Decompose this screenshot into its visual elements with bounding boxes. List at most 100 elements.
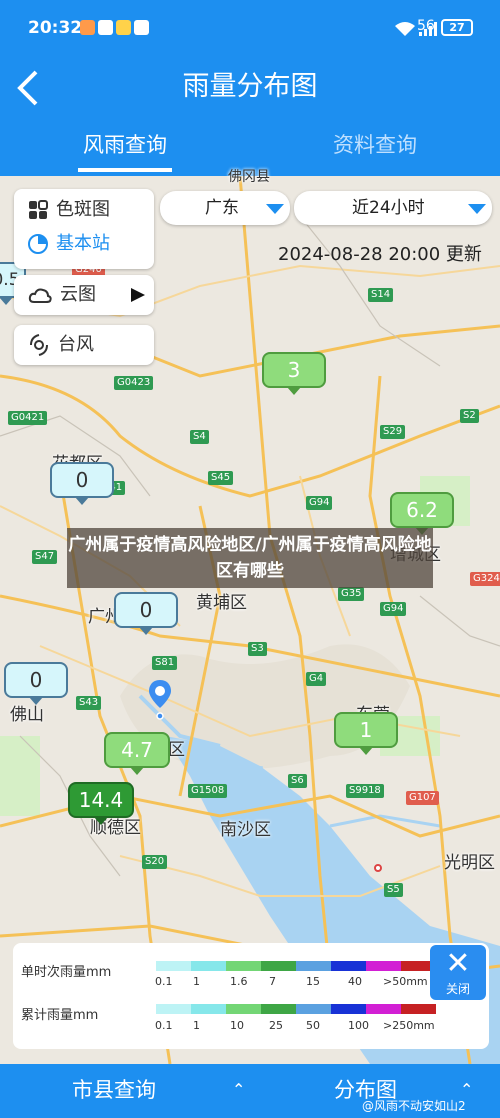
legend-swatch [191,961,226,971]
legend-swatch [296,1004,331,1014]
road-label: S20 [142,855,168,869]
layer-panel: 云图 [14,275,154,315]
legend-tick-label: >250mm [383,1019,435,1032]
page-title: 雨量分布图 [182,71,318,102]
station-icon [28,234,48,254]
cloud-icon [28,288,52,303]
legend-swatch [401,1004,436,1014]
road-label: G0423 [114,376,154,390]
place-label: 黄埔区 [196,593,247,613]
layer-item-grid[interactable]: 色斑图 [28,195,110,225]
road-label: S3 [248,642,267,656]
layer-panel: 台风 [14,325,154,365]
legend-tick-label: 0.1 [155,1019,173,1032]
nav-bar: 雨量分布图 [0,58,500,118]
road-label: S43 [76,696,102,710]
update-time: 2024-08-28 20:00 更新 [278,244,482,265]
road-label: S5 [384,883,403,897]
status-time: 20:32 [28,18,83,38]
watermark: @风雨不动安如山2 [362,1099,466,1113]
cellular-signal-icon [419,22,437,36]
road-label: G35 [338,587,365,601]
road-label: G1508 [188,784,228,798]
layer-label: 台风 [58,334,94,355]
road-label: G0421 [8,411,48,425]
station-marker[interactable]: 0 [4,662,68,705]
road-label: S29 [380,425,406,439]
legend-tick-label: 0.1 [155,975,173,988]
station-marker[interactable]: 4.7 [104,732,170,775]
road-label: G94 [306,496,333,510]
legend-swatch [366,961,401,971]
legend-label-total: 累计雨量mm [21,1008,99,1023]
app-notification-icon [116,20,131,35]
station-marker[interactable]: 0 [50,462,114,505]
legend-tick-label: 1.6 [230,975,248,988]
legend-color-bar [156,961,436,971]
road-label: G324 [470,572,500,586]
legend-panel: 单时次雨量mm 0.1 1 1.6 7 15 40 >50mm 累计雨量mm 0.1 1 10 2… [13,943,489,1049]
station-marker[interactable]: 0 [114,592,178,635]
legend-tick-label: 10 [230,1019,244,1032]
station-marker[interactable]: 1 [334,712,398,755]
legend-color-bar [156,1004,436,1014]
legend-swatch [296,961,331,971]
legend-tick-label: 15 [306,975,320,988]
period-value: 近24小时 [352,198,425,218]
legend-tick-label: 7 [269,975,276,988]
period-select[interactable]: 近24小时 [294,191,492,225]
place-label: 光明区 [444,853,495,873]
typhoon-icon [30,334,48,356]
legend-swatch [226,1004,261,1014]
location-pin-icon[interactable] [147,678,173,722]
legend-tick-label: 25 [269,1019,283,1032]
chevron-down-icon [468,204,486,214]
layer-item-typhoon[interactable]: 台风 [28,330,94,360]
app-notification-icon [134,20,149,35]
chevron-up-icon[interactable]: ⌃ [232,1080,245,1099]
legend-swatch [366,1004,401,1014]
road-label: S14 [368,288,394,302]
legend-swatch [261,1004,296,1014]
layer-item-station[interactable]: 基本站 [28,229,110,259]
tab-active-indicator [78,168,172,172]
app-notification-icon [80,20,95,35]
legend-tick-label: 100 [348,1019,369,1032]
road-label: S47 [32,550,58,564]
county-query-button[interactable]: 市县查询 [72,1074,156,1104]
road-label: G4 [306,672,327,686]
station-marker[interactable]: 6.2 [390,492,454,535]
legend-swatch [156,1004,191,1014]
close-label: 关闭 [445,982,470,996]
road-label: S4 [190,430,209,444]
road-label: G107 [406,791,439,805]
tab-data-query[interactable]: 资料查询 [250,118,500,176]
road-label: S45 [208,471,234,485]
close-legend-button[interactable]: ✕ 关闭 [430,945,486,1000]
region-value: 广东 [205,198,239,218]
legend-tick-label: 50 [306,1019,320,1032]
wifi-icon [395,22,415,36]
close-icon: ✕ [445,946,471,981]
legend-label-hourly: 单时次雨量mm [21,965,112,980]
layer-panel: 色斑图 基本站 [14,189,154,269]
place-label: 南沙区 [220,820,271,840]
legend-tick-label: 1 [193,975,200,988]
legend-tick-label: >50mm [383,975,428,988]
road-label: G94 [380,602,407,616]
road-label: S9918 [346,784,384,798]
app-notification-icon [98,20,113,35]
road-label: S6 [288,774,307,788]
station-marker[interactable]: 14.4 [68,782,134,825]
layer-item-cloud[interactable]: 云图 [28,280,96,310]
grid-icon [29,200,48,219]
region-select[interactable]: 广东 [160,191,290,225]
road-label: S81 [152,656,178,670]
play-icon[interactable] [130,287,146,303]
article-title-overlay: 广州属于疫情高风险地区/广州属于疫情高风险地区有哪些 [67,528,433,588]
legend-swatch [331,961,366,971]
legend-tick-label: 1 [193,1019,200,1032]
legend-swatch [226,961,261,971]
chevron-down-icon [266,204,284,214]
station-marker[interactable]: 3 [262,352,326,395]
